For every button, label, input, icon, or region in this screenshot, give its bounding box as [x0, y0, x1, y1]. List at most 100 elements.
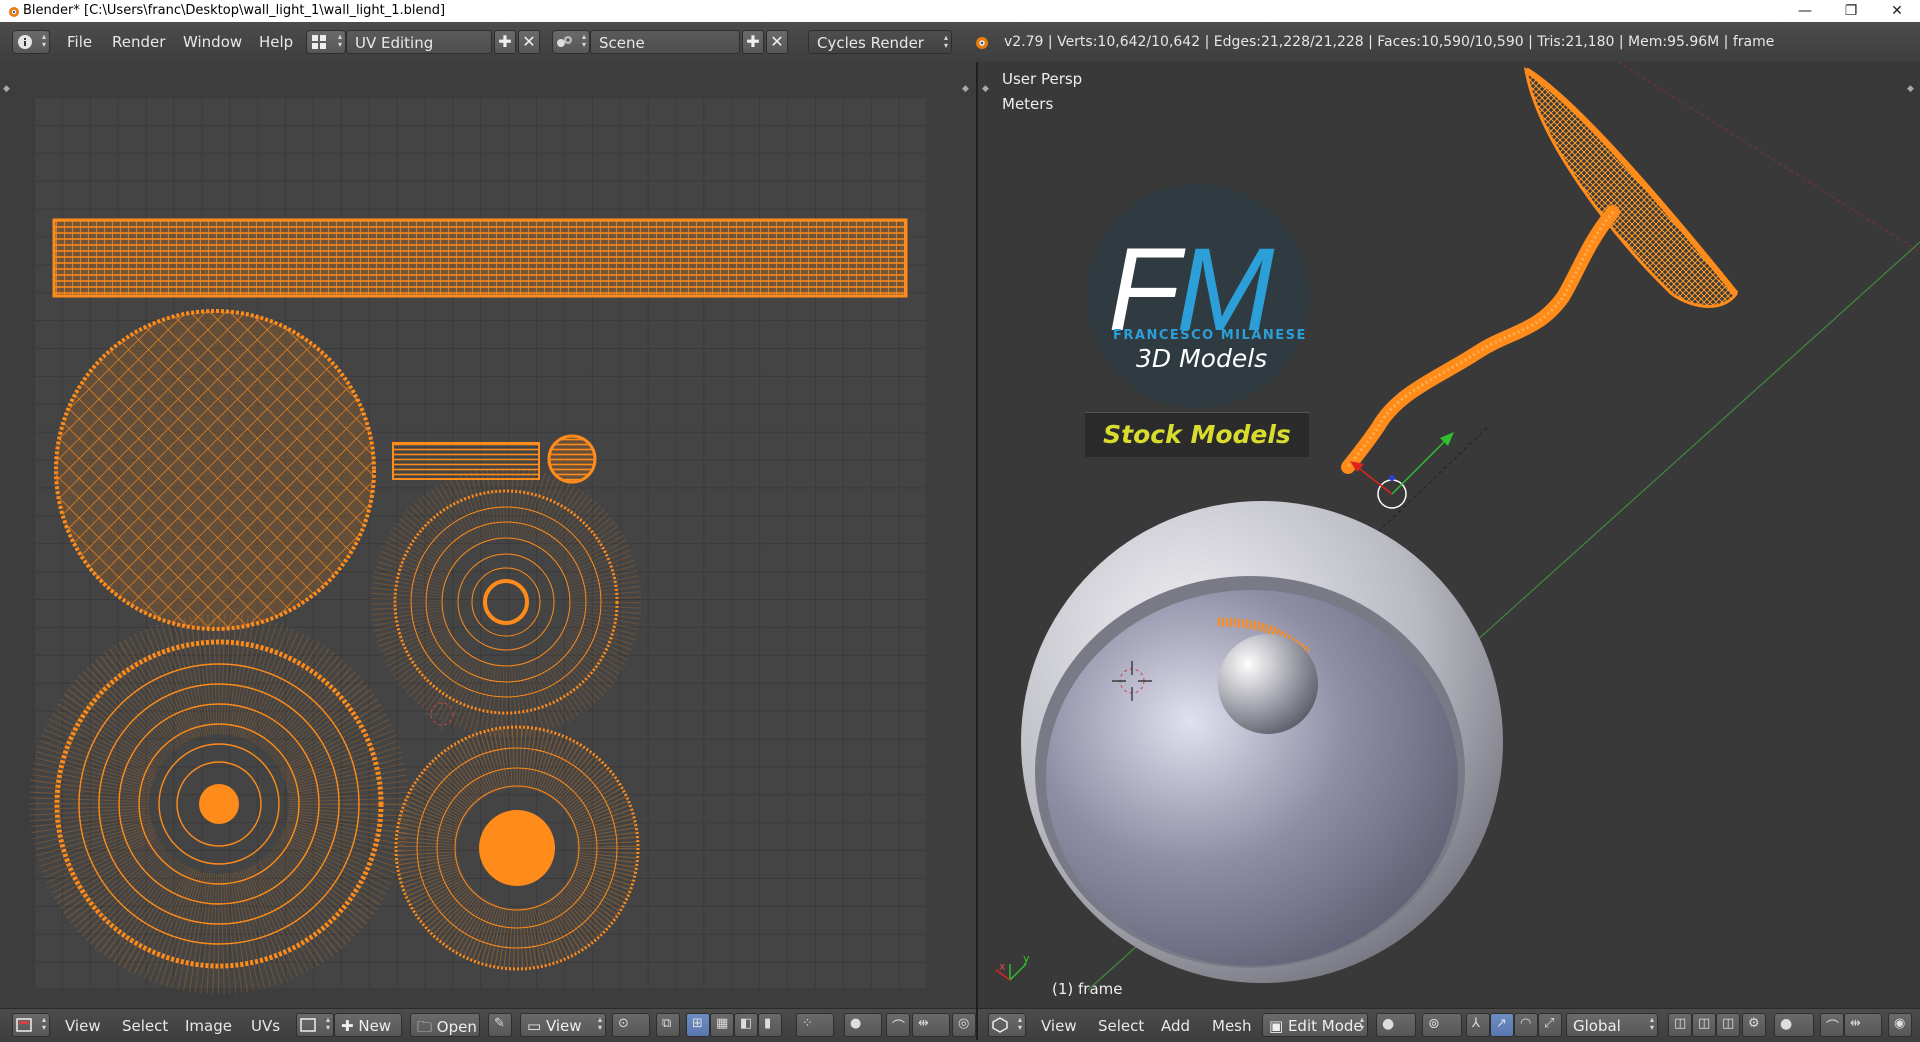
render-preview-button[interactable]: ◉ — [1888, 1013, 1912, 1037]
snap-element-button[interactable]: ⇹ — [1844, 1013, 1882, 1037]
uv-menu-image[interactable]: Image — [185, 1017, 232, 1035]
edge-select-button[interactable]: ▦ — [710, 1013, 734, 1037]
sync-icon: ⧉ — [662, 1016, 672, 1031]
render-engine-dropdown[interactable]: Cycles Render ▴ ▾ — [808, 30, 952, 54]
3d-menu-select[interactable]: Select — [1098, 1017, 1144, 1035]
occlude-geometry-button[interactable]: ⚙ — [1742, 1013, 1766, 1037]
mode-dropdown[interactable]: ▣ Edit Mode ▴ ▾ — [1262, 1013, 1368, 1037]
sticky-select-icon: ⁘ — [802, 1016, 813, 1031]
folder-icon: 🗀 — [417, 1018, 437, 1036]
dropdown-arrows-icon: ▴ ▾ — [337, 32, 342, 49]
3d-menu-mesh[interactable]: Mesh — [1212, 1017, 1252, 1035]
menu-help[interactable]: Help — [259, 33, 293, 51]
rotate-manipulator-button[interactable]: ◠ — [1514, 1013, 1538, 1037]
delete-layout-button[interactable]: ✕ — [518, 30, 540, 54]
proportional-edit-3d-button[interactable]: ● — [1774, 1013, 1814, 1037]
sticky-select-button[interactable]: ⁘ — [796, 1013, 834, 1037]
snap-target-button[interactable]: ⇹ — [912, 1013, 950, 1037]
vertex-select-3d-button[interactable]: ◫ — [1668, 1013, 1692, 1037]
pivot-point-button[interactable]: ⊙ — [612, 1013, 650, 1037]
scene-icon — [557, 36, 572, 47]
menu-window[interactable]: Window — [183, 33, 242, 51]
face-select-button[interactable]: ◧ — [734, 1013, 758, 1037]
uv-menu-view[interactable]: View — [65, 1017, 101, 1035]
scale-icon: ⤢ — [1544, 1016, 1555, 1031]
island-select-button[interactable]: ▮ — [758, 1013, 782, 1037]
plus-icon: ✚ — [746, 32, 760, 51]
close-window-button[interactable]: ✕ — [1874, 0, 1920, 22]
menu-render[interactable]: Render — [112, 33, 165, 51]
axis-x-label: x — [999, 960, 1006, 973]
screen-layout-selector[interactable]: ▴ ▾ — [306, 30, 346, 54]
view-mode-icon: ▭ — [527, 1017, 546, 1035]
minimize-button[interactable]: — — [1782, 0, 1828, 22]
add-layout-button[interactable]: ✚ — [494, 30, 516, 54]
restore-button[interactable]: ❐ — [1828, 0, 1874, 22]
logo-banner: Stock Models — [1085, 412, 1309, 457]
viewport-shading-button[interactable]: ● — [1376, 1013, 1416, 1037]
edge-select-3d-button[interactable]: ◫ — [1692, 1013, 1716, 1037]
3d-menu-view[interactable]: View — [1041, 1017, 1077, 1035]
mode-label: Edit Mode — [1287, 1017, 1363, 1035]
new-image-label: New — [358, 1017, 392, 1035]
face-cube-icon: ◫ — [1722, 1016, 1735, 1031]
dropdown-arrows-icon: ▴ ▾ — [943, 33, 948, 50]
proportional-edit-button[interactable]: ● — [844, 1013, 882, 1037]
vertex-select-button[interactable]: ⊞ — [686, 1013, 710, 1037]
scene-statistics: v2.79 | Verts:10,642/10,642 | Edges:21,2… — [1004, 34, 1775, 50]
3d-menu-add[interactable]: Add — [1161, 1017, 1190, 1035]
transform-orientation-dropdown[interactable]: Global ▴ ▾ — [1566, 1013, 1658, 1037]
uv-extra-button[interactable]: ◎ — [952, 1013, 976, 1037]
sync-selection-button[interactable]: ⧉ — [656, 1013, 680, 1037]
menu-file[interactable]: File — [67, 33, 92, 51]
browse-image-button[interactable]: ▴ ▾ — [296, 1013, 334, 1037]
pin-icon: ✎ — [494, 1016, 505, 1031]
window-title: Blender* [C:\Users\franc\Desktop\wall_li… — [23, 3, 446, 18]
plus-icon: ✚ — [498, 32, 512, 51]
translate-manipulator-button[interactable]: ↗ — [1490, 1013, 1514, 1037]
snap-3d-button[interactable]: ⌒ — [1820, 1013, 1844, 1037]
uv-menu-uvs[interactable]: UVs — [251, 1017, 280, 1035]
pivot-point-3d-button[interactable]: ⊚ — [1422, 1013, 1462, 1037]
editor-type-info-button[interactable]: ▴ ▾ — [12, 30, 50, 54]
open-image-button[interactable]: 🗀 Open — [410, 1013, 480, 1037]
scale-manipulator-button[interactable]: ⤢ — [1538, 1013, 1562, 1037]
pivot-3d-icon: ⊚ — [1428, 1016, 1440, 1032]
scene-selector[interactable]: ▴ ▾ — [552, 30, 590, 54]
dropdown-arrows-icon: ▴ ▾ — [581, 32, 586, 49]
orientation-label: Global — [1573, 1017, 1621, 1035]
plus-icon: ✚ — [341, 1017, 359, 1035]
lamp-shade — [1021, 501, 1503, 983]
blender-status-icon — [976, 37, 988, 49]
screen-layout-field[interactable]: UV Editing — [346, 30, 492, 54]
magnet-3d-icon: ⌒ — [1826, 1020, 1840, 1035]
uv-image-editor[interactable]: ◆ ◆ — [0, 62, 976, 1008]
uv-editor-header: ▴ ▾ View Select Image UVs ▴ ▾ ✚ New 🗀 Open… — [0, 1008, 976, 1041]
view-mode-label: View — [545, 1017, 582, 1035]
new-image-button[interactable]: ✚ New — [334, 1013, 402, 1037]
editor-type-3d-button[interactable]: ▴ ▾ — [988, 1013, 1026, 1037]
snap-target-icon: ⇹ — [918, 1016, 929, 1031]
3d-scene — [995, 62, 1920, 991]
face-select-3d-button[interactable]: ◫ — [1716, 1013, 1740, 1037]
uv-island-small-disc — [547, 434, 597, 484]
uv-island-disc-radial — [394, 725, 640, 971]
3d-viewport[interactable]: ◆ ◆ User Persp Meters (1) frame x y FM F… — [978, 62, 1920, 1008]
manipulator-toggle-button[interactable]: ⅄ — [1466, 1013, 1490, 1037]
pivot-icon: ⊙ — [618, 1016, 629, 1031]
dropdown-arrows-icon: ▴ ▾ — [1017, 1015, 1022, 1032]
scene-field[interactable]: Scene — [590, 30, 740, 54]
face-select-icon: ◧ — [740, 1016, 753, 1031]
view-mode-dropdown[interactable]: ▭ View ▴ ▾ — [520, 1013, 606, 1037]
add-scene-button[interactable]: ✚ — [742, 30, 764, 54]
snap-toggle-button[interactable]: ⌒ — [886, 1013, 910, 1037]
layout-grid-icon — [312, 35, 326, 49]
delete-scene-button[interactable]: ✕ — [766, 30, 788, 54]
island-select-icon: ▮ — [764, 1016, 772, 1031]
3d-view-header: ▴ ▾ View Select Add Mesh ▣ Edit Mode ▴ ▾ ●… — [978, 1008, 1920, 1041]
axis-y-label: y — [1023, 952, 1030, 965]
editor-type-uv-button[interactable]: ▴ ▾ — [12, 1013, 50, 1037]
pin-image-button[interactable]: ✎ — [488, 1013, 512, 1037]
render-icon: ◎ — [958, 1016, 970, 1031]
uv-menu-select[interactable]: Select — [122, 1017, 168, 1035]
